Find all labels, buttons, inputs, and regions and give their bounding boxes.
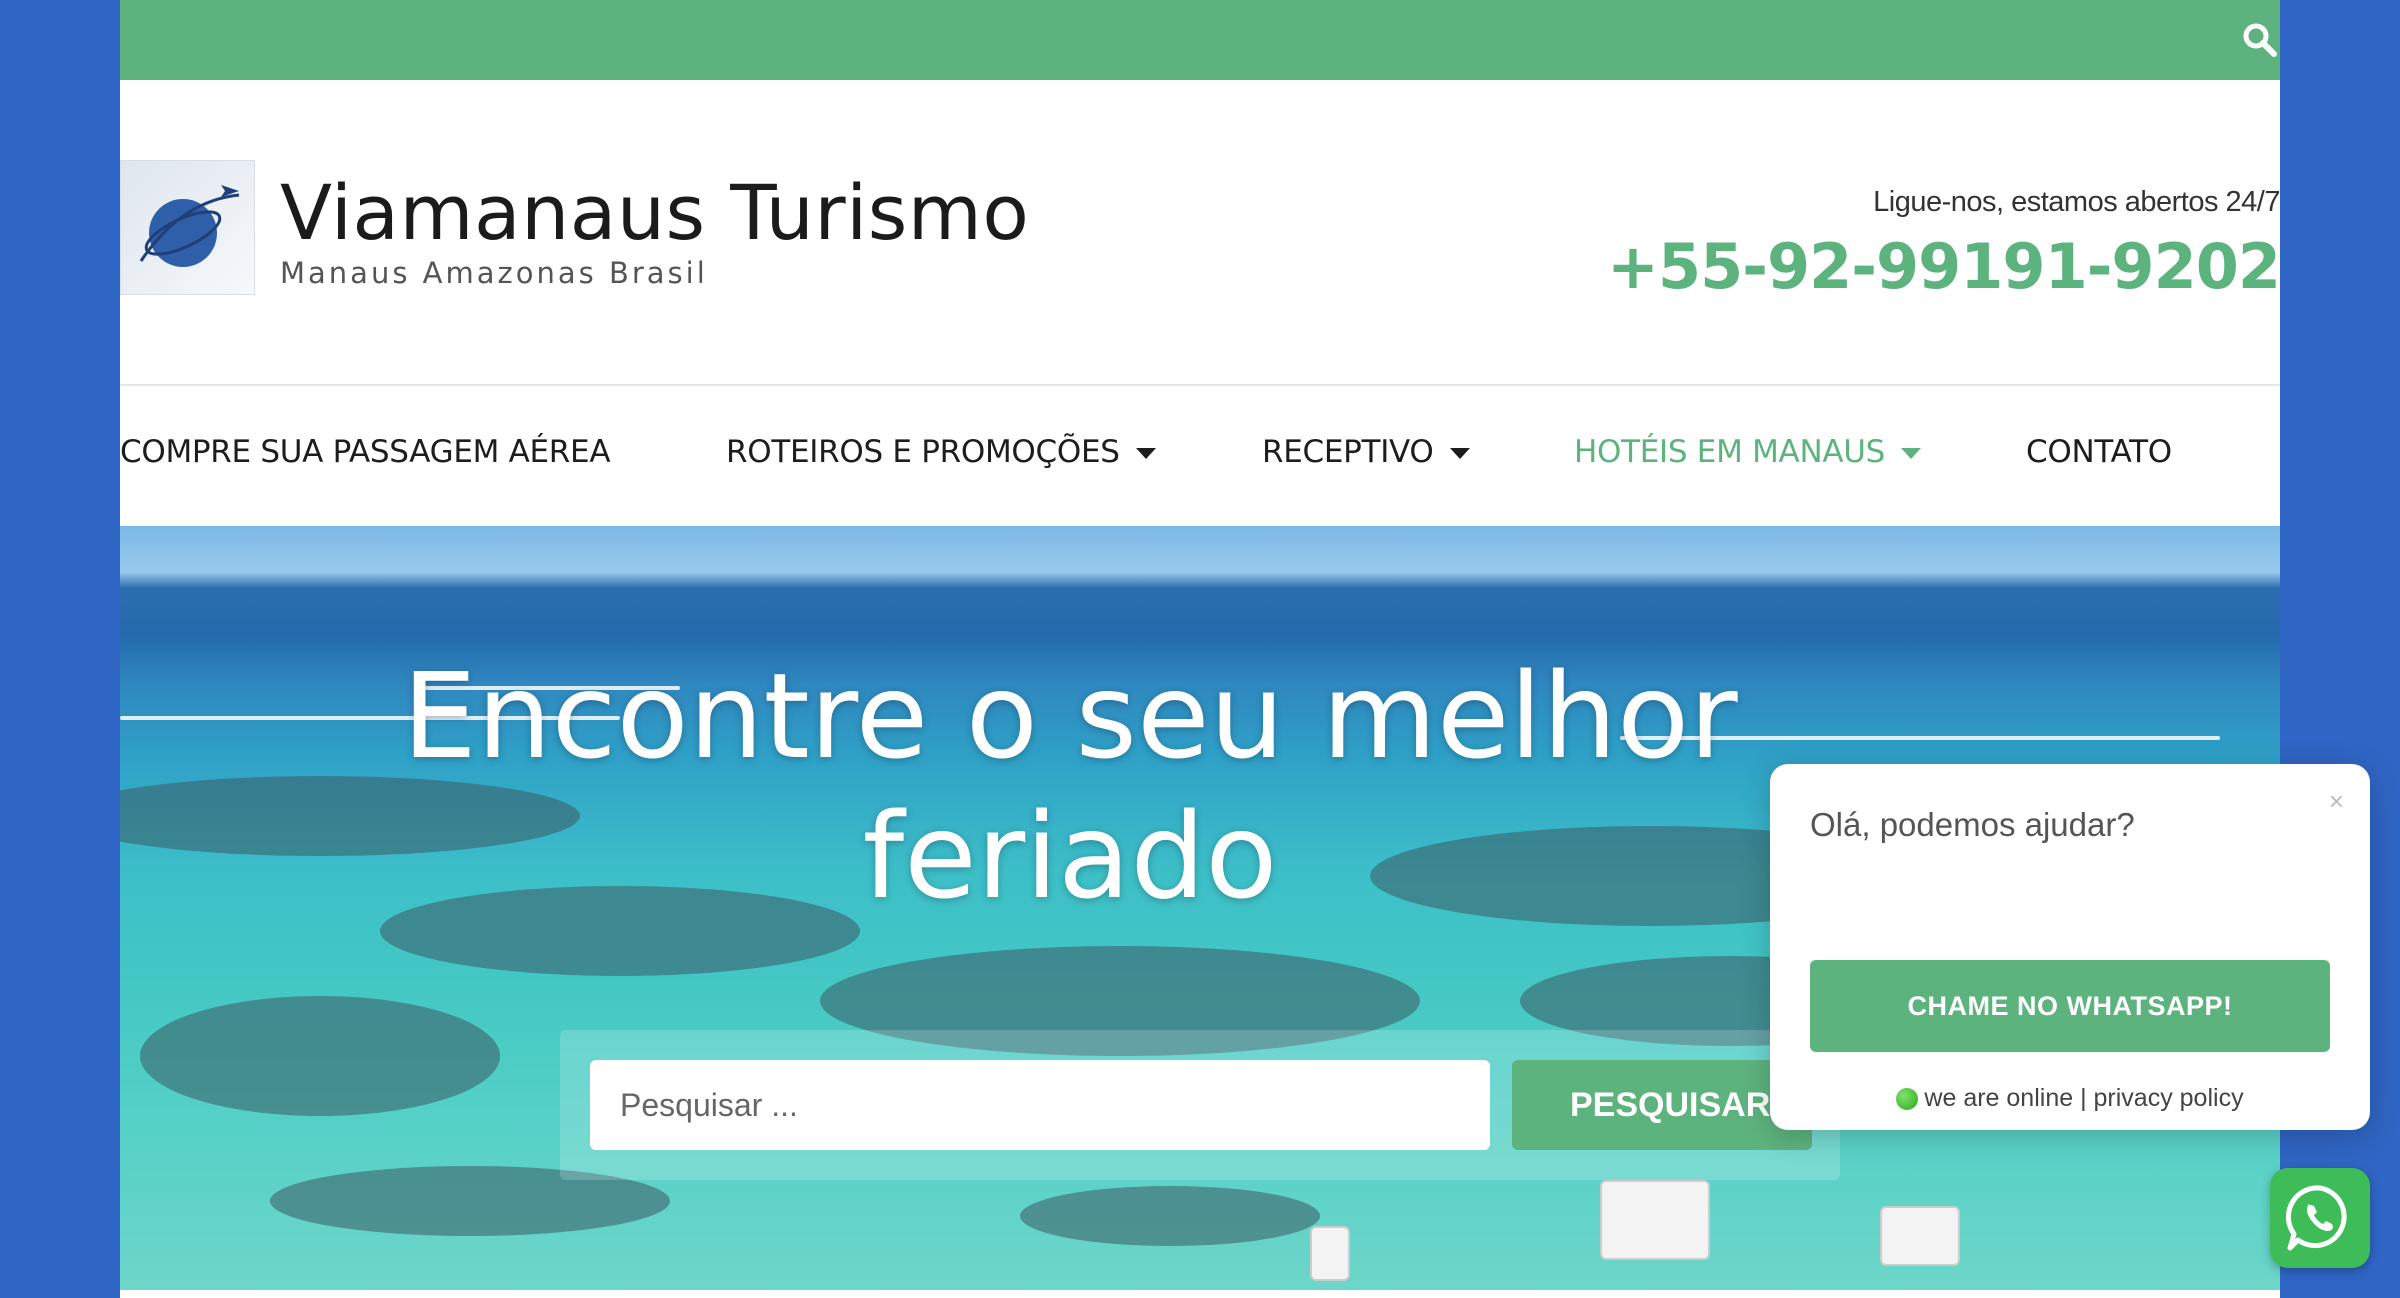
nav-item-label: RECEPTIVO	[1262, 434, 1434, 470]
boat-decoration	[1310, 1226, 1350, 1281]
hero-search-input[interactable]	[590, 1060, 1490, 1150]
top-bar	[120, 0, 2280, 80]
reef-shape	[1020, 1186, 1320, 1246]
whatsapp-icon[interactable]	[2270, 1168, 2370, 1268]
boat-decoration	[1880, 1206, 1960, 1266]
site-tagline: Manaus Amazonas Brasil	[280, 256, 708, 290]
page-bottom-edge	[120, 1290, 2280, 1298]
hero-title-line2: feriado	[862, 787, 1278, 925]
nav-item-receptivo[interactable]: RECEPTIVO	[1262, 434, 1470, 470]
caret-down-icon	[1901, 448, 1922, 459]
chat-greeting: Olá, podemos ajudar?	[1810, 806, 2135, 843]
hero-title: Encontre o seu melhor feriado	[120, 646, 2020, 926]
chat-status: we are online | privacy policy	[1770, 1084, 2370, 1113]
main-navigation: COMPRE SUA PASSAGEM AÉREA ROTEIROS E PRO…	[120, 388, 2280, 526]
nav-item-label: COMPRE SUA PASSAGEM AÉREA	[120, 434, 611, 470]
caret-down-icon	[1449, 448, 1470, 459]
hero-search-button[interactable]: PESQUISAR	[1512, 1060, 1812, 1150]
hero-title-line1: Encontre o seu melhor	[402, 647, 1738, 785]
phone-number[interactable]: +55-92-99191-9202	[1607, 230, 2280, 303]
close-icon[interactable]: ×	[2329, 786, 2344, 817]
boat-decoration	[1600, 1180, 1710, 1260]
nav-item-hoteis[interactable]: HOTÉIS EM MANAUS	[1574, 434, 1922, 470]
chat-status-text[interactable]: we are online | privacy policy	[1924, 1084, 2243, 1112]
site-logo[interactable]	[120, 160, 255, 295]
nav-item-contato[interactable]: CONTATO	[2026, 434, 2172, 470]
whatsapp-chat-button[interactable]: CHAME NO WHATSAPP!	[1810, 960, 2330, 1052]
site-title[interactable]: Viamanaus Turismo	[280, 168, 1029, 257]
site-header: Viamanaus Turismo Manaus Amazonas Brasil…	[120, 80, 2280, 386]
nav-item-label: HOTÉIS EM MANAUS	[1574, 434, 1886, 470]
nav-item-label: CONTATO	[2026, 434, 2172, 470]
reef-shape	[140, 996, 500, 1116]
search-icon[interactable]	[2240, 20, 2280, 60]
caret-down-icon	[1135, 448, 1156, 459]
nav-item-label: ROTEIROS E PROMOÇÕES	[726, 434, 1120, 470]
nav-item-compre-passagem[interactable]: COMPRE SUA PASSAGEM AÉREA	[120, 434, 611, 470]
online-status-icon	[1896, 1088, 1919, 1110]
call-us-text: Ligue-nos, estamos abertos 24/7	[1873, 186, 2280, 218]
whatsapp-chat-popup: × Olá, podemos ajudar? CHAME NO WHATSAPP…	[1770, 764, 2370, 1130]
nav-item-roteiros[interactable]: ROTEIROS E PROMOÇÕES	[726, 434, 1156, 470]
